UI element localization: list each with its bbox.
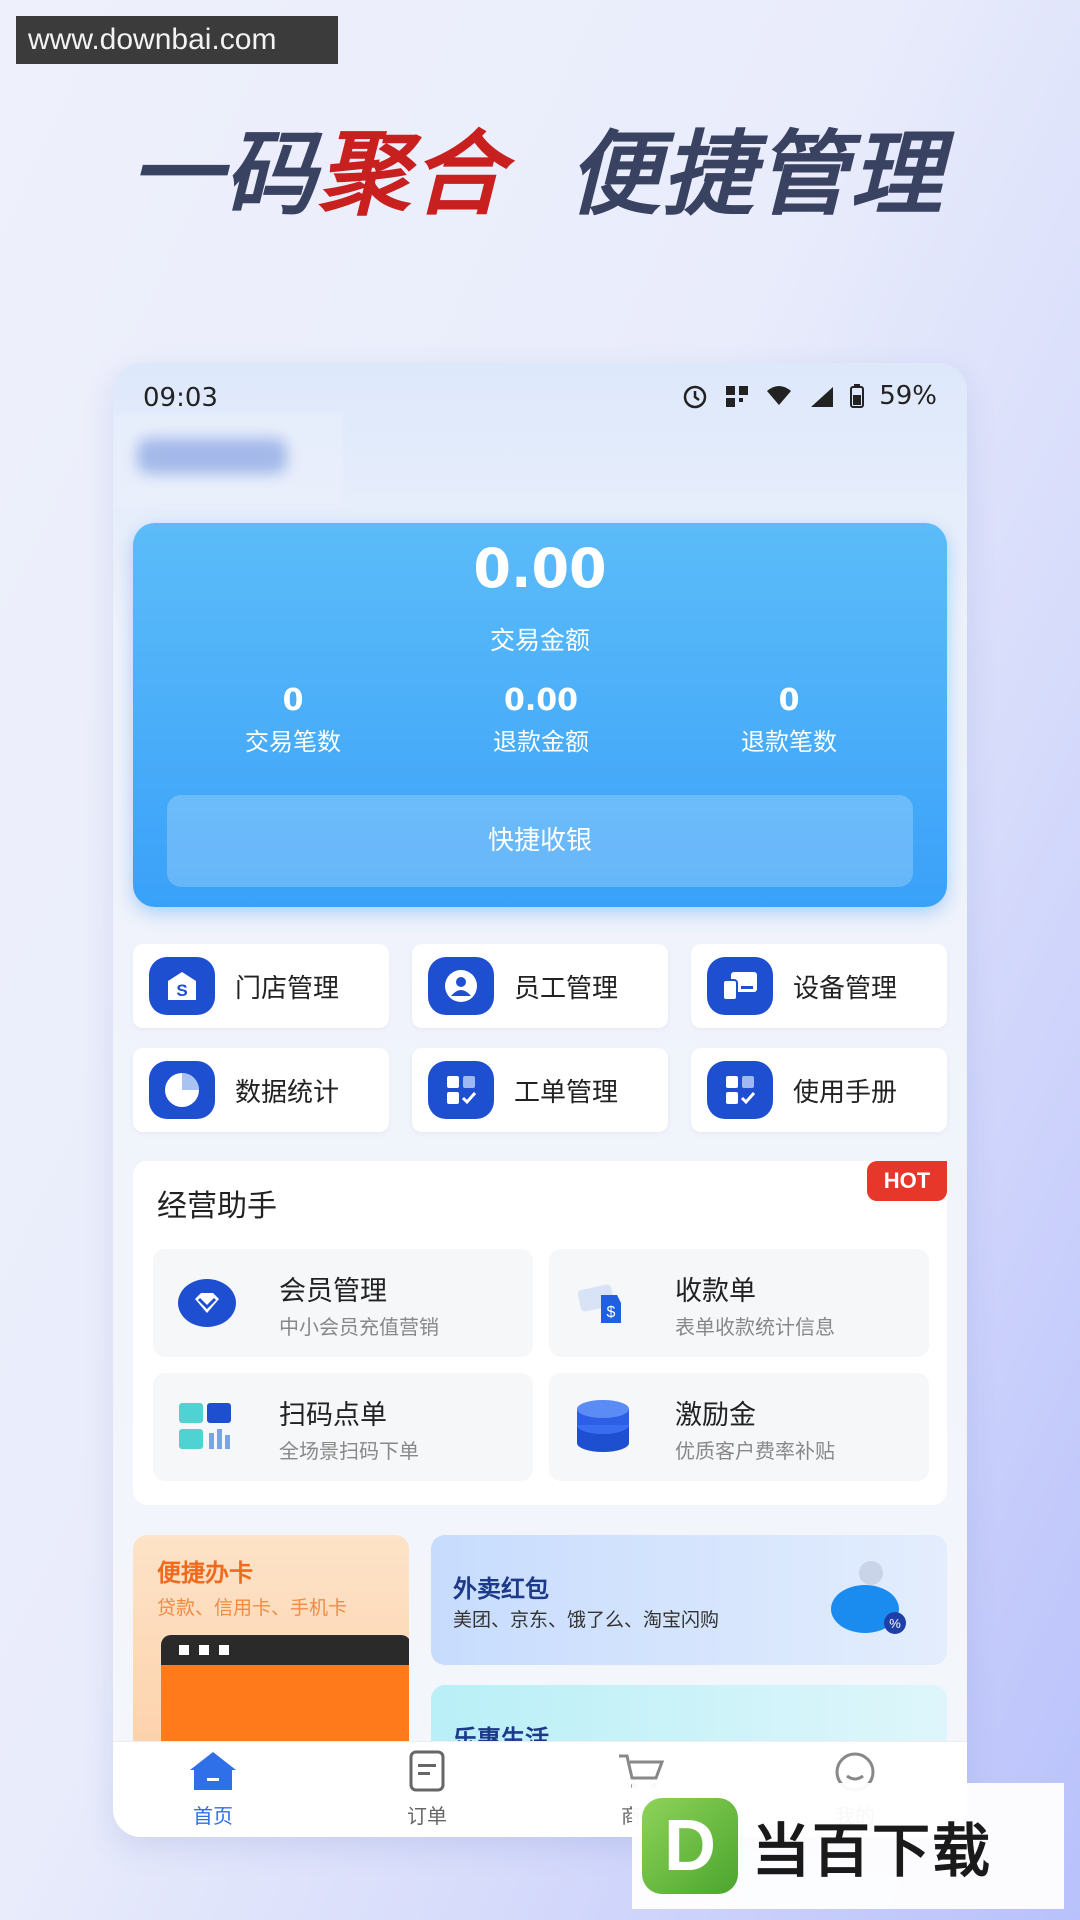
qr-blocks-icon — [179, 1403, 231, 1449]
tile-label: 门店管理 — [235, 973, 340, 1004]
tile-label: 设备管理 — [793, 973, 898, 1004]
pie-chart-icon — [149, 1061, 215, 1119]
headline-part1: 一码 — [130, 121, 319, 228]
feature-name: 激励金 — [675, 1400, 756, 1431]
promo-desc: 美团、京东、饿了么、淘宝闪购 — [453, 1609, 720, 1631]
transaction-amount: 0.00 — [473, 537, 607, 600]
feature-name: 扫码点单 — [279, 1400, 387, 1431]
feature-incentive[interactable]: 激励金 优质客户费率补贴 — [549, 1373, 929, 1481]
feature-name: 会员管理 — [279, 1276, 387, 1307]
site-watermark: www.downbai.com — [16, 16, 338, 64]
transaction-summary-card: 0.00 交易金额 0 交易笔数 0.00 退款金额 0 退款笔数 快捷收银 — [133, 523, 947, 907]
tile-label: 数据统计 — [235, 1077, 340, 1108]
feature-receipt[interactable]: $ 收款单 表单收款统计信息 — [549, 1249, 929, 1357]
tile-label: 员工管理 — [514, 973, 619, 1004]
stat-refund-amount: 0.00 退款金额 — [421, 683, 661, 757]
grid-check-icon — [707, 1061, 773, 1119]
tab-label: 首页 — [193, 1804, 233, 1828]
promo-takeout-coupon[interactable]: 外卖红包 美团、京东、饿了么、淘宝闪购 % — [431, 1535, 947, 1665]
stat-transaction-count: 0 交易笔数 — [173, 683, 413, 757]
stat-refund-count: 0 退款笔数 — [669, 683, 909, 757]
feature-member-management[interactable]: 会员管理 中小会员充值营销 — [153, 1249, 533, 1357]
promo-card-apply[interactable]: 便捷办卡 贷款、信用卡、手机卡 — [133, 1535, 409, 1775]
tab-home[interactable]: 首页 — [153, 1750, 273, 1829]
transaction-amount-label: 交易金额 — [489, 626, 590, 655]
stat-label: 退款笔数 — [741, 728, 837, 756]
stat-label: 退款金额 — [493, 728, 589, 756]
tile-work-orders[interactable]: 工单管理 — [412, 1048, 668, 1132]
brand-name: 当百下载 — [752, 1817, 993, 1885]
headline-part3: 便捷管理 — [568, 121, 945, 228]
home-icon — [190, 1752, 236, 1790]
tile-device-management[interactable]: 设备管理 — [691, 944, 947, 1028]
tab-orders[interactable]: 订单 — [367, 1750, 487, 1829]
nfc-icon — [726, 386, 749, 407]
promo-title: 外卖红包 — [453, 1575, 549, 1603]
feature-scan-order[interactable]: 扫码点单 全场景扫码下单 — [153, 1373, 533, 1481]
status-icons: 59% — [681, 381, 937, 411]
signal-icon — [811, 387, 834, 407]
hot-badge: HOT — [867, 1161, 947, 1201]
diamond-icon — [178, 1279, 236, 1327]
alarm-icon — [683, 385, 707, 409]
device-icon — [707, 957, 773, 1015]
brand-watermark: D 当百下载 — [632, 1783, 1064, 1909]
svg-text:%: % — [889, 1616, 901, 1631]
tile-label: 工单管理 — [514, 1077, 619, 1108]
promo-headline: 一码聚合 便捷管理 — [130, 120, 970, 230]
tab-label: 订单 — [407, 1804, 447, 1828]
svg-text:$: $ — [607, 1304, 616, 1321]
store-icon: S — [149, 957, 215, 1015]
headline-part2: 聚合 — [318, 121, 507, 228]
piggy-bank-icon: % — [831, 1561, 906, 1634]
phone-screen: 09:03 59% 0.00 交易金额 0 交易笔数 0.00 退款金额 0 退… — [113, 363, 967, 1837]
tile-user-manual[interactable]: 使用手册 — [691, 1048, 947, 1132]
coin-stack-icon — [577, 1400, 629, 1452]
promo-desc: 贷款、信用卡、手机卡 — [157, 1597, 348, 1619]
feature-desc: 表单收款统计信息 — [675, 1315, 835, 1339]
user-icon — [428, 957, 494, 1015]
tag-icon: $ — [577, 1284, 621, 1323]
stat-value: 0 — [778, 683, 800, 718]
status-time: 09:03 — [143, 383, 218, 413]
business-assistant-panel: 经营助手 HOT 会员管理 中小会员充值营销 $ 收款单 表单收款统计信息 扫码… — [133, 1161, 947, 1505]
wifi-icon — [767, 386, 792, 405]
grid-check-icon — [428, 1061, 494, 1119]
svg-text:S: S — [176, 981, 187, 1000]
battery-icon — [850, 384, 865, 408]
quick-cashier-button[interactable]: 快捷收银 — [167, 795, 913, 887]
tile-label: 使用手册 — [793, 1077, 898, 1108]
merchant-name-blurred — [137, 438, 287, 474]
order-icon — [409, 1750, 445, 1792]
feature-desc: 优质客户费率补贴 — [675, 1439, 835, 1463]
tile-staff-management[interactable]: 员工管理 — [412, 944, 668, 1028]
stat-value: 0.00 — [503, 683, 579, 718]
feature-desc: 中小会员充值营销 — [279, 1315, 439, 1339]
tile-store-management[interactable]: S 门店管理 — [133, 944, 389, 1028]
battery-percent: 59% — [879, 381, 937, 411]
promo-title: 便捷办卡 — [157, 1559, 253, 1587]
stat-label: 交易笔数 — [245, 728, 341, 756]
stat-value: 0 — [282, 683, 304, 718]
feature-name: 收款单 — [675, 1276, 756, 1307]
assistant-title: 经营助手 — [157, 1189, 277, 1224]
tile-data-statistics[interactable]: 数据统计 — [133, 1048, 389, 1132]
brand-logo-icon: D — [642, 1798, 738, 1894]
feature-desc: 全场景扫码下单 — [279, 1439, 419, 1463]
